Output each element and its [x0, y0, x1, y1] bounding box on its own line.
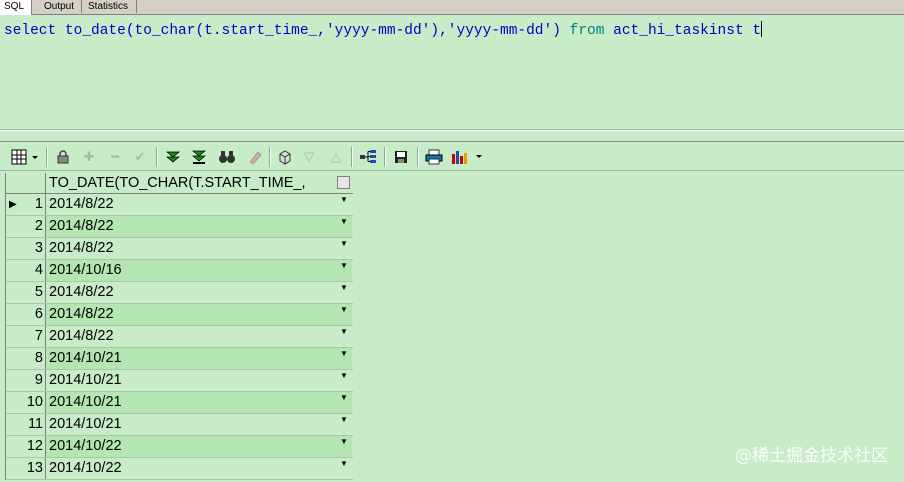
- toolbar-separator: [384, 147, 386, 167]
- add-row-icon[interactable]: ✚: [80, 148, 98, 166]
- sql-keyword-from: from: [569, 23, 605, 39]
- chevron-down-icon[interactable]: ▼: [340, 196, 348, 204]
- chevron-down-icon[interactable]: ▼: [340, 240, 348, 248]
- table-row[interactable]: 11 2014/10/21 ▼: [6, 414, 353, 436]
- chevron-down-icon[interactable]: ▼: [340, 218, 348, 226]
- table-cell[interactable]: 2014/8/22: [46, 282, 352, 303]
- grid-corner[interactable]: [6, 173, 46, 194]
- chevron-down-icon[interactable]: ▼: [340, 438, 348, 446]
- table-row[interactable]: 5 2014/8/22 ▼: [6, 282, 353, 304]
- sql-string-format: 'yyyy-mm-dd': [325, 23, 431, 39]
- result-tabs: SQL Output Statistics: [0, 0, 904, 15]
- watermark: @稀土掘金技术社区: [735, 446, 888, 466]
- table-cell[interactable]: 2014/8/22: [46, 194, 352, 215]
- fetch-last-icon[interactable]: [190, 148, 208, 166]
- current-row-indicator-icon: ▶: [9, 199, 17, 210]
- sql-keyword-select: select: [4, 23, 57, 39]
- table-cell[interactable]: 2014/10/21: [46, 370, 352, 391]
- column-header[interactable]: TO_DATE(TO_CHAR(T.START_TIME_,: [49, 173, 305, 193]
- lock-icon[interactable]: [54, 148, 72, 166]
- table-row[interactable]: 1 ▶ 2014/8/22 ▼: [6, 194, 353, 216]
- table-row[interactable]: 9 2014/10/21 ▼: [6, 370, 353, 392]
- table-row[interactable]: 12 2014/10/22 ▼: [6, 436, 353, 458]
- table-cell[interactable]: 2014/8/22: [46, 238, 352, 259]
- table-cell[interactable]: 2014/8/22: [46, 304, 352, 325]
- sort-down-icon[interactable]: ▽: [300, 148, 318, 166]
- query-tree-icon[interactable]: [359, 148, 377, 166]
- row-number[interactable]: 10: [6, 392, 46, 413]
- toolbar-separator: [156, 147, 158, 167]
- chevron-down-icon[interactable]: ▼: [340, 306, 348, 314]
- row-number[interactable]: 2: [6, 216, 46, 237]
- chevron-down-icon[interactable]: ▼: [340, 350, 348, 358]
- row-number[interactable]: 7: [6, 326, 46, 347]
- toolbar-separator: [269, 147, 271, 167]
- tab-output[interactable]: Output: [41, 0, 82, 13]
- results-grid: TO_DATE(TO_CHAR(T.START_TIME_, 1 ▶ 2014/8/…: [5, 173, 353, 480]
- table-cell[interactable]: 2014/10/22: [46, 458, 352, 479]
- chevron-down-icon[interactable]: ▼: [340, 262, 348, 270]
- print-icon[interactable]: [425, 148, 443, 166]
- table-row[interactable]: 7 2014/8/22 ▼: [6, 326, 353, 348]
- table-cell[interactable]: 2014/10/21: [46, 392, 352, 413]
- chevron-down-icon[interactable]: ▼: [340, 372, 348, 380]
- table-row[interactable]: 3 2014/8/22 ▼: [6, 238, 353, 260]
- pane-splitter[interactable]: [0, 130, 904, 142]
- grid-toolbar: ✚ ━ ✔ ▽ △: [0, 143, 904, 171]
- export-icon[interactable]: [276, 148, 294, 166]
- toolbar-separator: [46, 147, 48, 167]
- row-number[interactable]: 4: [6, 260, 46, 281]
- post-changes-icon[interactable]: ✔: [131, 148, 149, 166]
- table-row[interactable]: 2 2014/8/22 ▼: [6, 216, 353, 238]
- sql-string-format: 'yyyy-mm-dd': [447, 23, 553, 39]
- row-number[interactable]: 13: [6, 458, 46, 479]
- row-number[interactable]: 11: [6, 414, 46, 435]
- grid-header: TO_DATE(TO_CHAR(T.START_TIME_,: [6, 173, 353, 194]
- clear-icon[interactable]: [246, 148, 264, 166]
- table-cell[interactable]: 2014/10/21: [46, 414, 352, 435]
- toolbar-separator: [351, 147, 353, 167]
- table-cell[interactable]: 2014/10/16: [46, 260, 352, 281]
- delete-row-icon[interactable]: ━: [106, 148, 124, 166]
- text-caret: [761, 21, 763, 37]
- table-row[interactable]: 10 2014/10/21 ▼: [6, 392, 353, 414]
- fetch-next-icon[interactable]: [164, 148, 182, 166]
- sql-space: [56, 23, 65, 39]
- row-number[interactable]: 12: [6, 436, 46, 457]
- table-row[interactable]: 8 2014/10/21 ▼: [6, 348, 353, 370]
- table-row[interactable]: 4 2014/10/16 ▼: [6, 260, 353, 282]
- chevron-down-icon[interactable]: ▼: [340, 416, 348, 424]
- sql-editor[interactable]: select to_date(to_char(t.start_time_,'yy…: [0, 15, 904, 130]
- chevron-down-icon[interactable]: ▼: [340, 460, 348, 468]
- row-number[interactable]: 3: [6, 238, 46, 259]
- table-row[interactable]: 13 2014/10/22 ▼: [6, 458, 353, 480]
- sql-function-call: to_date(to_char(t.start_time_,: [64, 23, 326, 39]
- table-cell[interactable]: 2014/10/22: [46, 436, 352, 457]
- chevron-down-icon[interactable]: ▼: [340, 284, 348, 292]
- row-number[interactable]: 6: [6, 304, 46, 325]
- table-cell[interactable]: 2014/8/22: [46, 326, 352, 347]
- table-cell[interactable]: 2014/10/21: [46, 348, 352, 369]
- table-row[interactable]: 6 2014/8/22 ▼: [6, 304, 353, 326]
- save-icon[interactable]: [392, 148, 410, 166]
- column-menu-button[interactable]: [337, 176, 350, 189]
- row-number[interactable]: 8: [6, 348, 46, 369]
- grid-menu-icon[interactable]: [9, 148, 41, 166]
- sort-up-icon[interactable]: △: [327, 148, 345, 166]
- grid-rows: 1 ▶ 2014/8/22 ▼ 2 2014/8/22 ▼ 3 2014/8/22 ▼ 4 2014/…: [6, 194, 353, 480]
- chevron-down-icon[interactable]: ▼: [340, 394, 348, 402]
- find-icon[interactable]: [218, 148, 236, 166]
- tab-sql[interactable]: SQL: [0, 0, 32, 15]
- toolbar-separator: [417, 147, 419, 167]
- sql-punctuation: ),: [430, 23, 448, 39]
- sql-text[interactable]: select to_date(to_char(t.start_time_,'yy…: [4, 21, 763, 40]
- chart-icon[interactable]: [451, 148, 485, 166]
- tab-statistics[interactable]: Statistics: [85, 0, 137, 13]
- row-number[interactable]: 9: [6, 370, 46, 391]
- row-number[interactable]: 5: [6, 282, 46, 303]
- sql-punctuation: ): [552, 23, 570, 39]
- chevron-down-icon[interactable]: ▼: [340, 328, 348, 336]
- table-cell[interactable]: 2014/8/22: [46, 216, 352, 237]
- sql-table-name: act_hi_taskinst t: [604, 23, 762, 39]
